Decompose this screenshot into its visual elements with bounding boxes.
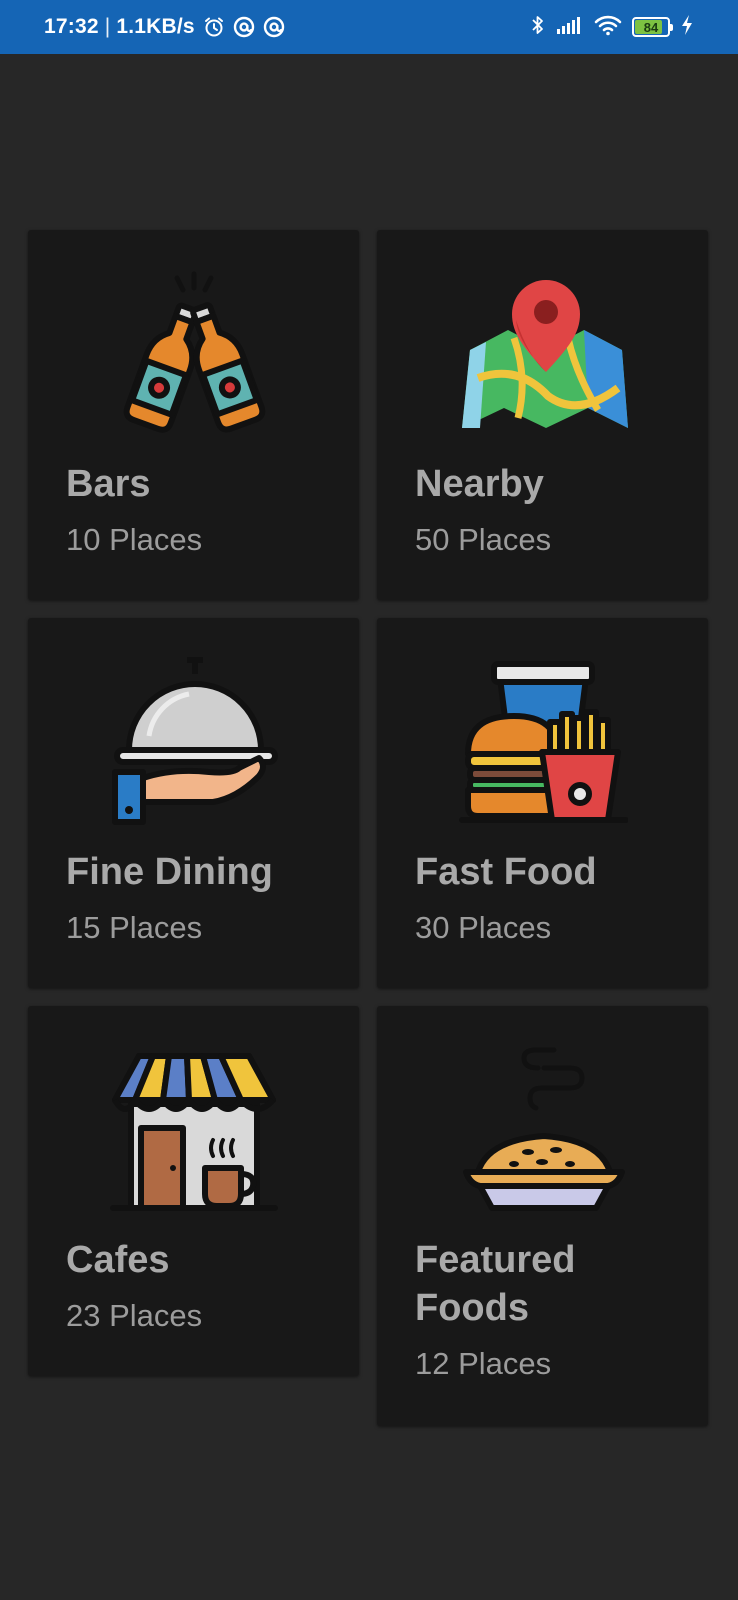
category-card-cafes[interactable]: Cafes 23 Places: [28, 1006, 359, 1376]
charging-icon: [680, 14, 694, 41]
beer-bottles-icon: [66, 268, 321, 438]
status-right: 84: [530, 14, 694, 41]
alarm-icon: [203, 16, 225, 38]
at-sign-icon: [263, 16, 285, 38]
cell-signal-icon: [556, 15, 584, 40]
status-separator: |: [104, 15, 111, 38]
network-speed: 1.1KB/s: [116, 15, 195, 38]
category-count: 15 Places: [66, 910, 203, 945]
category-title: Fine Dining: [66, 851, 273, 893]
category-title: Cafes: [66, 1239, 170, 1281]
category-title: Bars: [66, 463, 151, 505]
category-count: 12 Places: [415, 1346, 552, 1381]
cafe-storefront-icon: [66, 1044, 321, 1214]
pie-icon: [415, 1044, 670, 1214]
at-sign-icon: [233, 16, 255, 38]
category-count: 30 Places: [415, 910, 552, 945]
category-card-bars[interactable]: Bars 10 Places: [28, 230, 359, 600]
bluetooth-icon: [530, 14, 546, 41]
category-card-fine-dining[interactable]: Fine Dining 15 Places: [28, 618, 359, 988]
category-count: 23 Places: [66, 1298, 203, 1333]
wifi-icon: [594, 14, 622, 41]
map-pin-icon: [415, 268, 670, 438]
status-left: 17:32 | 1.1KB/s: [44, 15, 285, 39]
category-title: Fast Food: [415, 851, 597, 893]
battery-icon: 84: [632, 17, 673, 37]
category-card-nearby[interactable]: Nearby 50 Places: [377, 230, 708, 600]
status-time: 17:32: [44, 15, 99, 38]
category-card-fast-food[interactable]: Fast Food 30 Places: [377, 618, 708, 988]
battery-level: 84: [643, 19, 659, 35]
category-title: Nearby: [415, 463, 544, 505]
category-card-featured-foods[interactable]: Featured Foods 12 Places: [377, 1006, 708, 1426]
category-count: 10 Places: [66, 522, 203, 557]
category-grid: Bars 10 Places Nearby 50 Places Fine Din…: [28, 230, 710, 1426]
category-count: 50 Places: [415, 522, 552, 557]
category-title: Featured Foods: [415, 1239, 576, 1329]
serving-cloche-icon: [66, 656, 321, 826]
status-bar: 17:32 | 1.1KB/s 84: [0, 0, 738, 54]
burger-fries-icon: [415, 656, 670, 826]
